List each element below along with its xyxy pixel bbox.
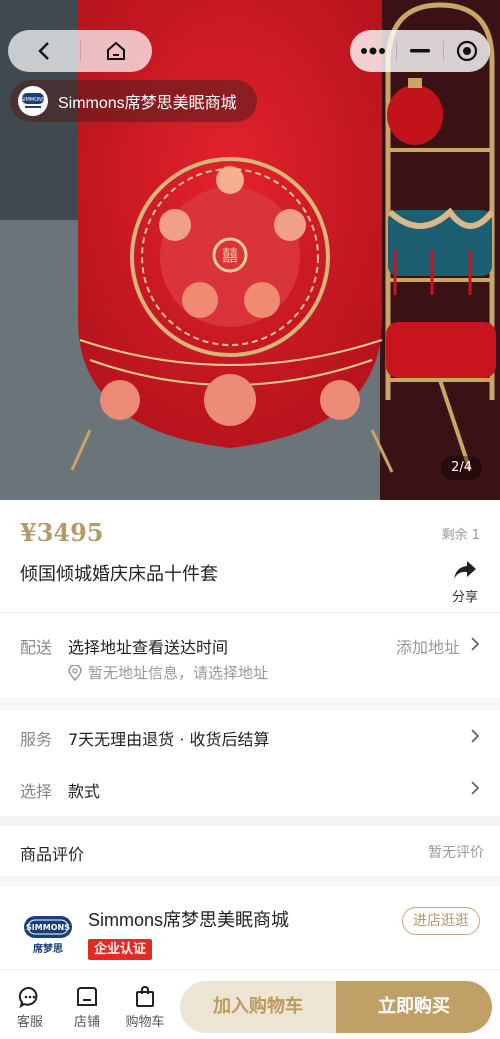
tab-shop[interactable]: 店铺 (62, 985, 112, 1030)
tab-cart-label: 购物车 (125, 1015, 165, 1030)
product-photo: 囍 (0, 0, 500, 500)
delivery-hint-text: 暂无地址信息，请选择地址 (88, 664, 269, 682)
product-price: ¥3495 (20, 518, 104, 547)
shop-name: Simmons席梦思美眠商城 (88, 910, 290, 930)
tab-shop-label: 店铺 (73, 1015, 100, 1030)
visit-store-button[interactable]: 进店逛逛 (402, 907, 480, 935)
share-icon (454, 561, 476, 579)
location-pin-icon (68, 664, 82, 681)
tab-customer-service-label: 客服 (16, 1015, 43, 1030)
add-address-link[interactable]: 添加地址 (396, 634, 460, 658)
service-value[interactable]: 7天无理由退货 · 收货后结算 (68, 726, 269, 750)
gallery-page-indicator: 2/4 (441, 456, 482, 480)
home-button[interactable] (81, 30, 153, 72)
home-icon (107, 41, 126, 60)
stock-remaining: 剩余 1 (441, 528, 480, 543)
chevron-left-icon (38, 42, 49, 60)
share-button[interactable]: 分享 (448, 560, 482, 605)
navigation-capsule (8, 30, 152, 72)
minus-icon (410, 49, 430, 53)
simmons-logo: SIMMONS (18, 86, 48, 116)
store-name-pill[interactable]: SIMMONS Simmons席梦思美眠商城 (10, 80, 257, 122)
back-button[interactable] (8, 30, 80, 72)
shop-logo-text: 席梦思 (33, 942, 63, 955)
divider (0, 612, 500, 613)
close-button[interactable] (444, 30, 490, 72)
tab-cart[interactable]: 购物车 (120, 985, 170, 1030)
shop-icon (77, 987, 97, 1006)
reviews-status: 暂无评价 (428, 845, 484, 861)
product-title: 倾国倾城婚庆床品十件套 (20, 564, 218, 585)
chevron-right-icon[interactable] (470, 780, 480, 796)
more-dots-icon (361, 47, 385, 55)
delivery-label: 配送 (20, 638, 53, 657)
select-label: 选择 (20, 782, 53, 801)
select-value[interactable]: 款式 (68, 778, 100, 802)
shop-logo[interactable]: SIMMONS 席梦思 (22, 914, 74, 958)
chevron-right-icon[interactable] (470, 728, 480, 744)
add-to-cart-button[interactable]: 加入购物车 (180, 981, 336, 1033)
share-label: 分享 (451, 590, 478, 605)
reviews-title: 商品评价 (20, 845, 85, 864)
chevron-right-icon[interactable] (470, 636, 480, 652)
enterprise-certified-badge: 企业认证 (88, 939, 153, 960)
more-button[interactable] (350, 30, 396, 72)
svg-text:SIMMONS: SIMMONS (26, 923, 70, 932)
chat-icon (18, 986, 38, 1009)
store-name: Simmons席梦思美眠商城 (58, 95, 237, 112)
svg-text:囍: 囍 (222, 246, 238, 265)
svg-text:SIMMONS: SIMMONS (21, 97, 45, 103)
delivery-hint: 暂无地址信息，请选择地址 (68, 662, 268, 683)
product-image-gallery[interactable]: 囍 SIMMONS Simmons席梦思美眠商城 2/4 (0, 0, 500, 500)
buy-now-button[interactable]: 立即购买 (336, 981, 492, 1033)
minimize-button[interactable] (397, 30, 443, 72)
target-icon (456, 40, 478, 62)
miniprogram-capsule (350, 30, 490, 72)
tab-customer-service[interactable]: 客服 (5, 985, 55, 1030)
service-label: 服务 (20, 730, 53, 749)
shopping-bag-icon (136, 985, 154, 1007)
delivery-value[interactable]: 选择地址查看送达时间 (68, 634, 228, 658)
